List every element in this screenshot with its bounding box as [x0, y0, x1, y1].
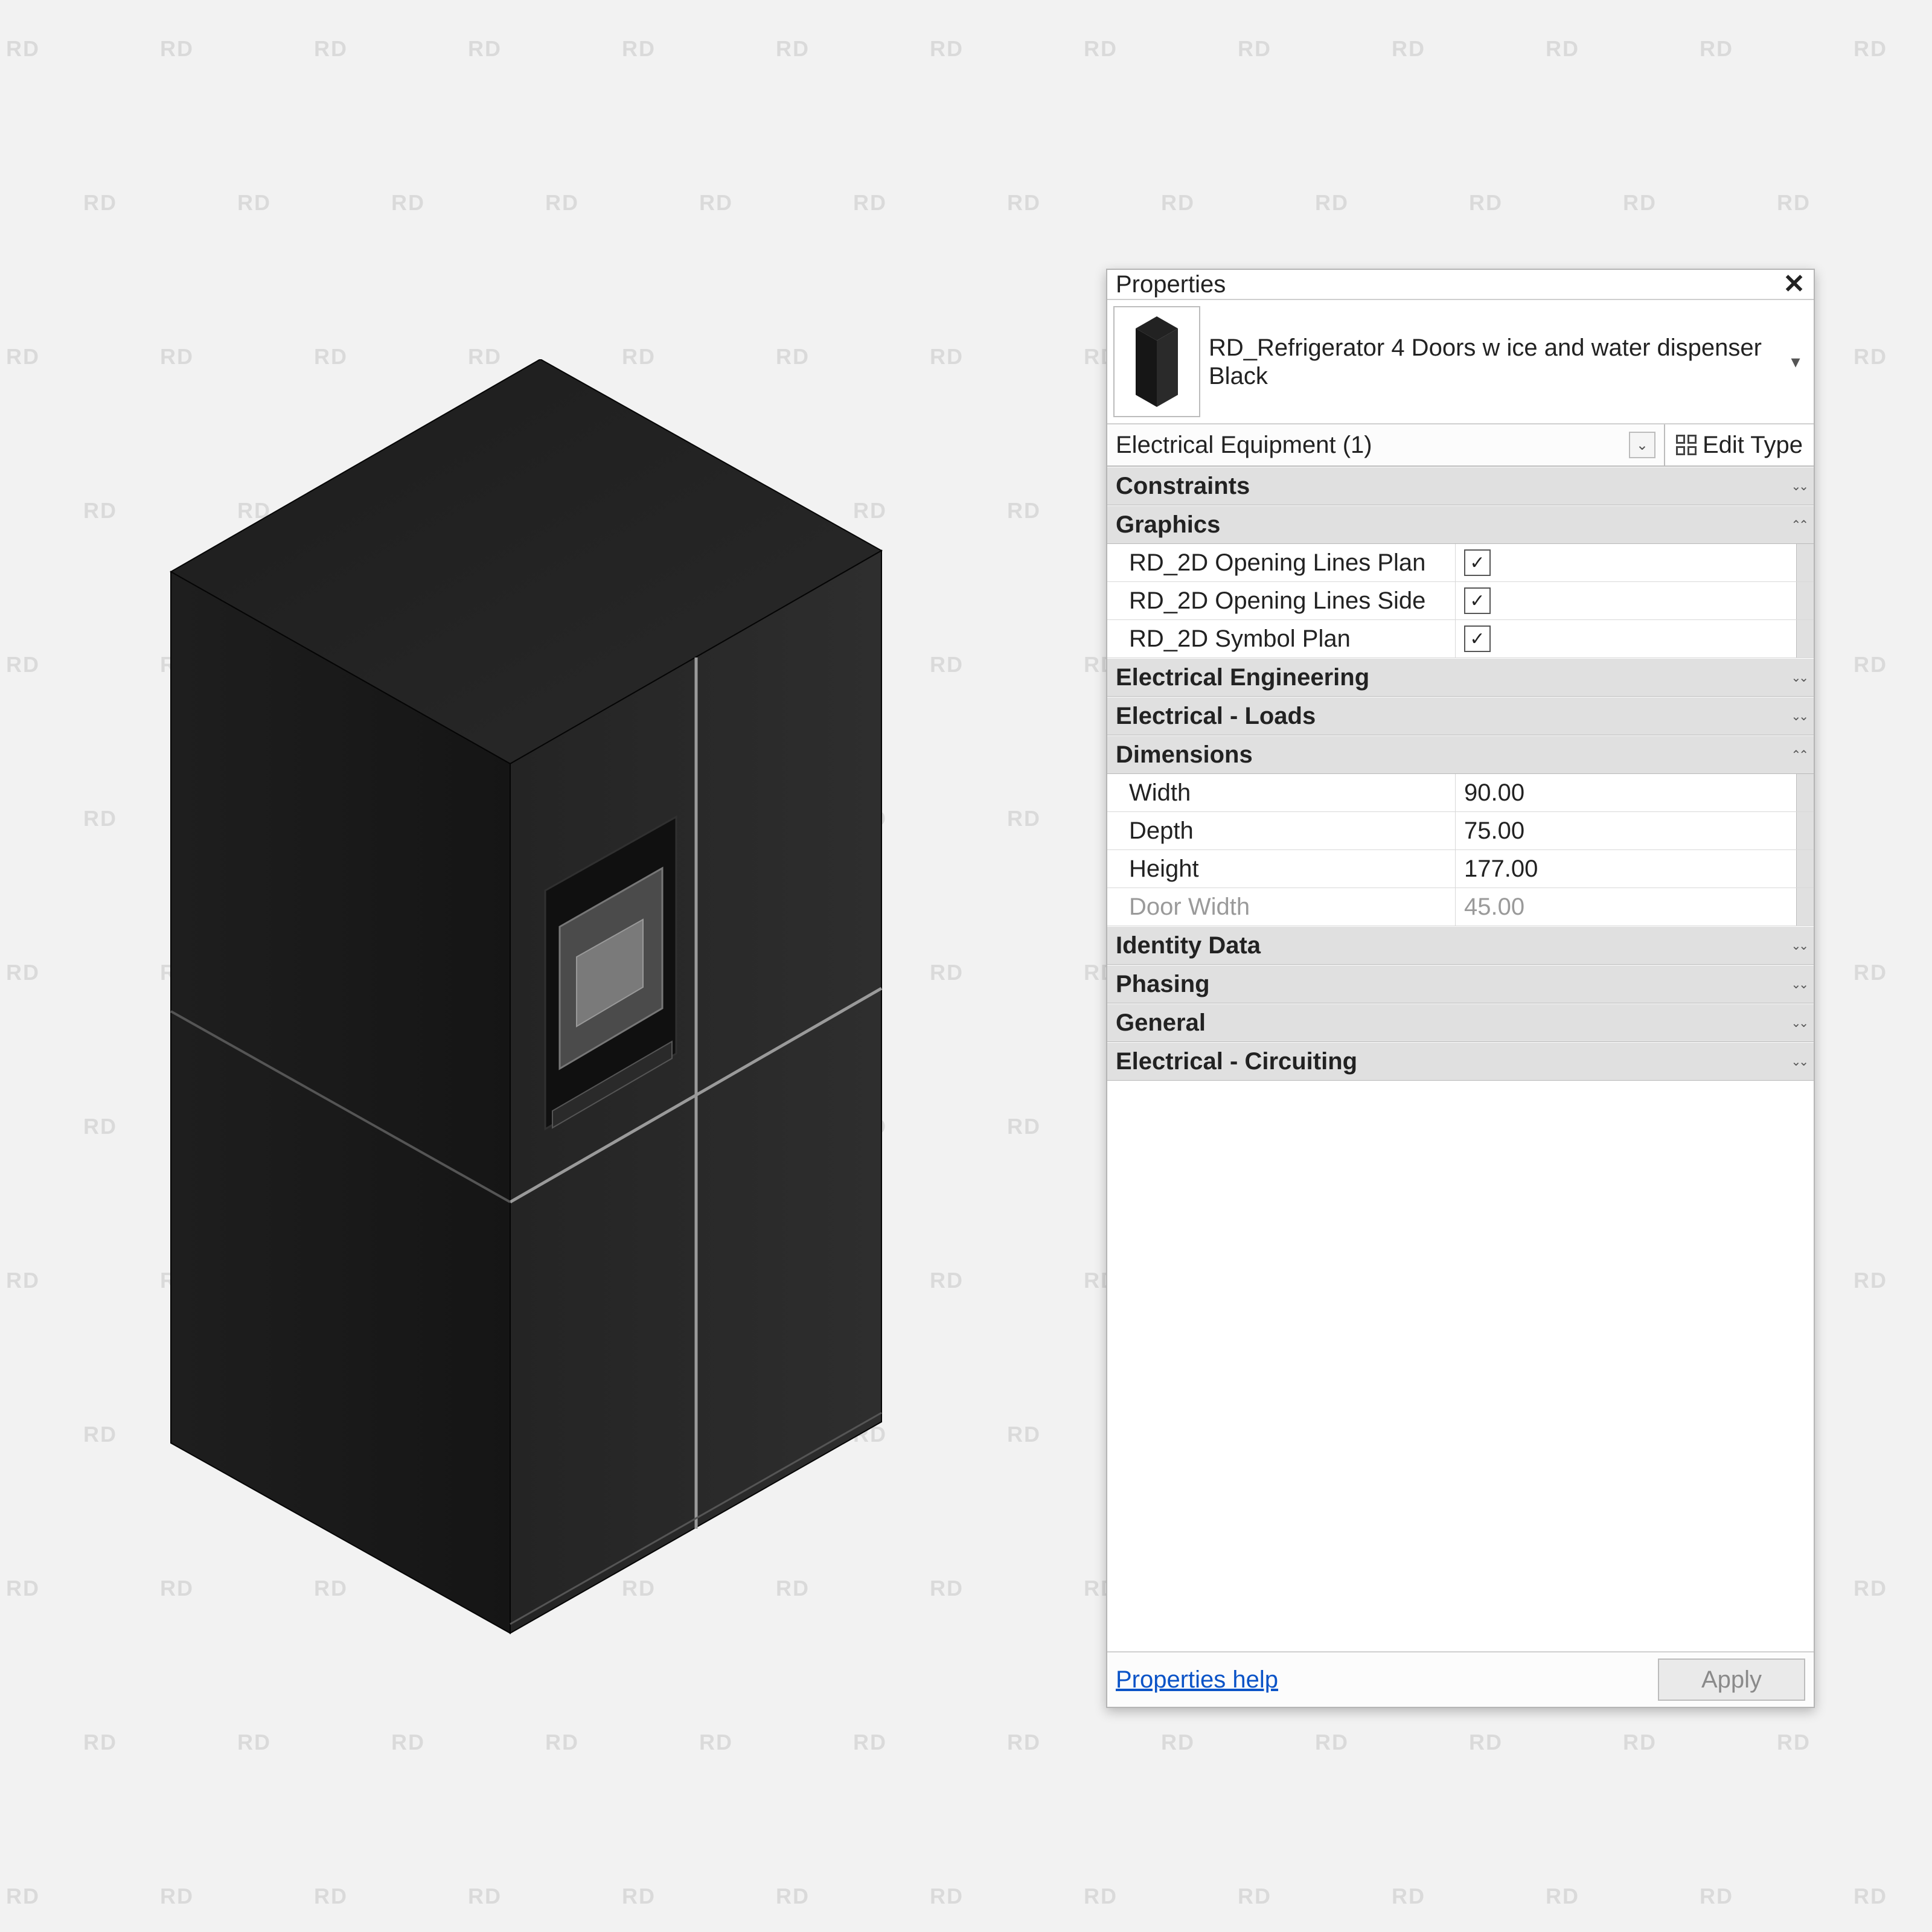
checkbox-checked-icon[interactable]: ✓: [1464, 625, 1491, 652]
expand-icon: ⌄⌄: [1791, 479, 1806, 494]
prop-symbol-plan[interactable]: RD_2D Symbol Plan ✓: [1107, 620, 1814, 658]
instance-filter-label: Electrical Equipment (1): [1116, 432, 1372, 459]
instance-filter-dropdown[interactable]: Electrical Equipment (1) ⌄: [1107, 424, 1665, 465]
group-electrical-circuiting[interactable]: Electrical - Circuiting ⌄⌄: [1107, 1042, 1814, 1081]
expand-icon: ⌄⌄: [1791, 1054, 1806, 1069]
collapse-icon: ⌃⌃: [1791, 747, 1806, 763]
panel-title: Properties: [1116, 271, 1779, 298]
checkbox-checked-icon[interactable]: ✓: [1464, 587, 1491, 614]
group-identity-data[interactable]: Identity Data ⌄⌄: [1107, 926, 1814, 965]
prop-door-width: Door Width 45.00: [1107, 888, 1814, 926]
group-graphics[interactable]: Graphics ⌃⌃: [1107, 505, 1814, 544]
prop-opening-lines-plan[interactable]: RD_2D Opening Lines Plan ✓: [1107, 544, 1814, 582]
type-selector[interactable]: RD_Refrigerator 4 Doors w ice and water …: [1107, 300, 1814, 424]
group-general[interactable]: General ⌄⌄: [1107, 1003, 1814, 1042]
apply-button[interactable]: Apply: [1658, 1659, 1805, 1701]
model-viewport-fridge: [166, 359, 951, 1639]
group-electrical-engineering[interactable]: Electrical Engineering ⌄⌄: [1107, 658, 1814, 697]
expand-icon: ⌄⌄: [1791, 977, 1806, 992]
family-name: RD_Refrigerator 4 Doors w ice and water …: [1209, 334, 1775, 362]
close-icon[interactable]: ✕: [1779, 271, 1809, 298]
prop-width[interactable]: Width 90.00: [1107, 774, 1814, 812]
prop-height-value[interactable]: 177.00: [1456, 850, 1796, 888]
grid-icon: [1676, 435, 1697, 455]
property-grid-blank: [1107, 1081, 1814, 1651]
expand-icon: ⌄⌄: [1791, 709, 1806, 724]
type-dropdown-caret-icon[interactable]: ▾: [1783, 306, 1808, 417]
expand-icon: ⌄⌄: [1791, 1016, 1806, 1031]
chevron-down-icon: ⌄: [1629, 432, 1655, 458]
group-phasing[interactable]: Phasing ⌄⌄: [1107, 965, 1814, 1003]
prop-depth[interactable]: Depth 75.00: [1107, 812, 1814, 850]
prop-width-value[interactable]: 90.00: [1456, 774, 1796, 811]
expand-icon: ⌄⌄: [1791, 670, 1806, 685]
panel-titlebar[interactable]: Properties ✕: [1107, 270, 1814, 300]
properties-help-link[interactable]: Properties help: [1116, 1666, 1278, 1694]
group-dimensions[interactable]: Dimensions ⌃⌃: [1107, 735, 1814, 774]
group-constraints[interactable]: Constraints ⌄⌄: [1107, 467, 1814, 505]
edit-type-label: Edit Type: [1703, 432, 1803, 459]
prop-door-width-value: 45.00: [1456, 888, 1796, 926]
group-electrical-loads[interactable]: Electrical - Loads ⌄⌄: [1107, 697, 1814, 735]
prop-opening-lines-side[interactable]: RD_2D Opening Lines Side ✓: [1107, 582, 1814, 620]
checkbox-checked-icon[interactable]: ✓: [1464, 549, 1491, 576]
collapse-icon: ⌃⌃: [1791, 517, 1806, 533]
family-variant: Black: [1209, 363, 1775, 390]
prop-height[interactable]: Height 177.00: [1107, 850, 1814, 888]
edit-type-button[interactable]: Edit Type: [1665, 424, 1814, 465]
properties-panel: Properties ✕ RD_Refrigerator 4 Doors w i…: [1106, 269, 1815, 1708]
prop-depth-value[interactable]: 75.00: [1456, 812, 1796, 849]
expand-icon: ⌄⌄: [1791, 938, 1806, 953]
property-grid: Constraints ⌄⌄ Graphics ⌃⌃ RD_2D Opening…: [1107, 467, 1814, 1651]
family-thumbnail: [1113, 306, 1200, 417]
